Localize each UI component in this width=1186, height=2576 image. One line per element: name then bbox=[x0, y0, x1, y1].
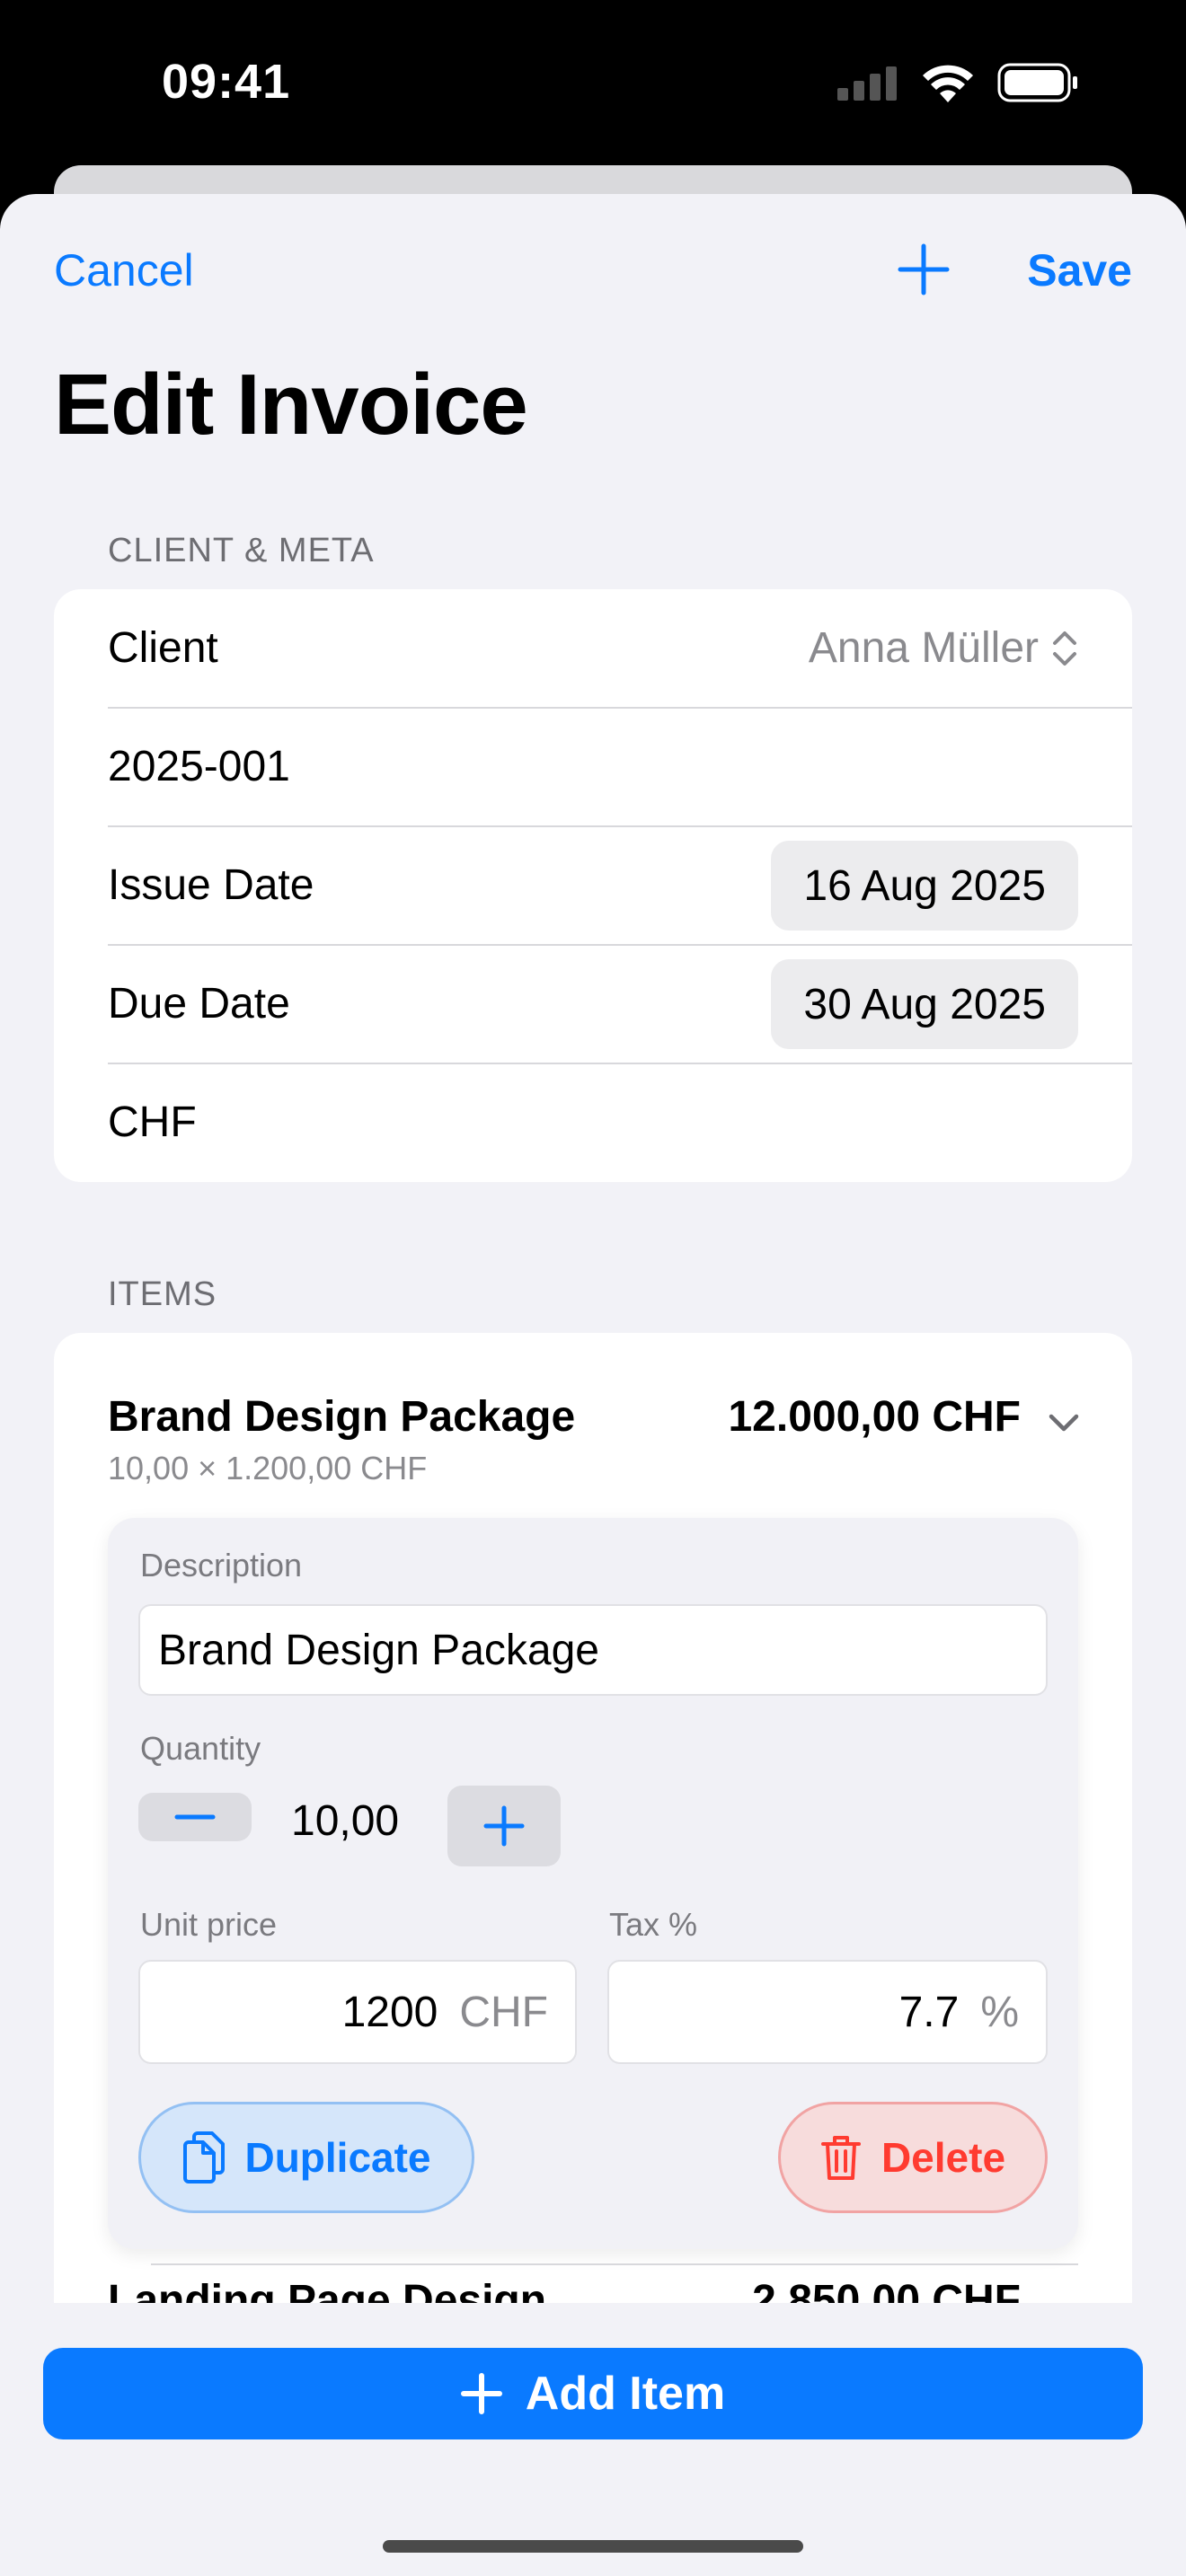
item-editor: Description Brand Design Package Quantit… bbox=[108, 1518, 1078, 2249]
invoice-number-field[interactable]: 2025-001 bbox=[108, 742, 290, 791]
description-input[interactable]: Brand Design Package bbox=[138, 1604, 1048, 1696]
due-date-label: Due Date bbox=[108, 980, 290, 1028]
status-icons bbox=[837, 63, 1078, 102]
unit-price-label: Unit price bbox=[140, 1906, 278, 1943]
edit-invoice-sheet: Cancel Save Edit Invoice CLIENT & META C… bbox=[0, 194, 1186, 2576]
issue-date-label: Issue Date bbox=[108, 861, 314, 909]
cellular-signal-icon bbox=[837, 66, 897, 101]
unit-price-suffix: CHF bbox=[459, 1988, 548, 2036]
tax-value: 7.7 bbox=[898, 1988, 960, 2036]
unit-price-input[interactable]: 1200 CHF bbox=[138, 1960, 577, 2064]
delete-button[interactable]: Delete bbox=[778, 2102, 1048, 2213]
duplicate-icon bbox=[183, 2131, 226, 2183]
chevron-up-down-icon bbox=[1053, 631, 1076, 666]
bottom-toolbar bbox=[0, 2303, 1186, 2576]
status-time: 09:41 bbox=[162, 55, 291, 109]
item-title[interactable]: Brand Design Package bbox=[108, 1392, 575, 1442]
decrement-button[interactable] bbox=[138, 1793, 252, 1841]
description-label: Description bbox=[140, 1547, 303, 1584]
plus-icon bbox=[460, 2373, 502, 2414]
tax-suffix: % bbox=[980, 1988, 1019, 2036]
wifi-icon bbox=[923, 65, 973, 102]
due-date-picker[interactable]: 30 Aug 2025 bbox=[771, 959, 1078, 1049]
home-indicator[interactable] bbox=[383, 2540, 803, 2553]
trash-icon bbox=[820, 2136, 861, 2180]
client-value: Anna Müller bbox=[808, 624, 1039, 672]
cancel-button[interactable]: Cancel bbox=[54, 244, 194, 296]
client-row[interactable]: Client Anna Müller bbox=[108, 589, 1132, 708]
page-title: Edit Invoice bbox=[54, 357, 528, 453]
item-total: 12.000,00 CHF bbox=[728, 1393, 1021, 1441]
add-item-button[interactable]: Add Item bbox=[43, 2348, 1143, 2439]
issue-date-row: Issue Date 16 Aug 2025 bbox=[108, 826, 1132, 945]
due-date-row: Due Date 30 Aug 2025 bbox=[108, 945, 1132, 1063]
battery-icon bbox=[997, 63, 1077, 102]
increment-button[interactable] bbox=[447, 1786, 561, 1866]
currency-row[interactable]: CHF bbox=[108, 1063, 1132, 1182]
add-item-label: Add Item bbox=[525, 2368, 726, 2420]
navigation-bar: Cancel Save bbox=[0, 194, 1186, 347]
item-subtitle: 10,00 × 1.200,00 CHF bbox=[108, 1450, 428, 1486]
client-label: Client bbox=[108, 624, 218, 672]
delete-label: Delete bbox=[881, 2134, 1006, 2181]
invoice-number-row[interactable]: 2025-001 bbox=[108, 708, 1132, 826]
save-button[interactable]: Save bbox=[1027, 244, 1132, 296]
minus-icon bbox=[174, 1814, 216, 1820]
status-bar: 09:41 bbox=[0, 0, 1186, 171]
add-icon[interactable] bbox=[895, 241, 952, 298]
tax-input[interactable]: 7.7 % bbox=[607, 1960, 1048, 2064]
client-meta-group: Client Anna Müller 2025-001 Issue Date 1… bbox=[54, 589, 1132, 1182]
quantity-value: 10,00 bbox=[291, 1797, 400, 1845]
quantity-label: Quantity bbox=[140, 1730, 261, 1767]
duplicate-button[interactable]: Duplicate bbox=[138, 2102, 474, 2213]
tax-label: Tax % bbox=[609, 1906, 698, 1943]
section-header-client-meta: CLIENT & META bbox=[108, 532, 375, 569]
plus-icon bbox=[483, 1805, 525, 1847]
section-header-items: ITEMS bbox=[108, 1275, 217, 1313]
duplicate-label: Duplicate bbox=[244, 2134, 431, 2181]
currency-field[interactable]: CHF bbox=[108, 1098, 197, 1147]
row-divider bbox=[151, 2263, 1078, 2265]
issue-date-picker[interactable]: 16 Aug 2025 bbox=[771, 841, 1078, 931]
chevron-down-icon[interactable] bbox=[1046, 1405, 1082, 1441]
unit-price-value: 1200 bbox=[341, 1988, 438, 2036]
client-picker[interactable]: Anna Müller bbox=[809, 623, 1078, 673]
